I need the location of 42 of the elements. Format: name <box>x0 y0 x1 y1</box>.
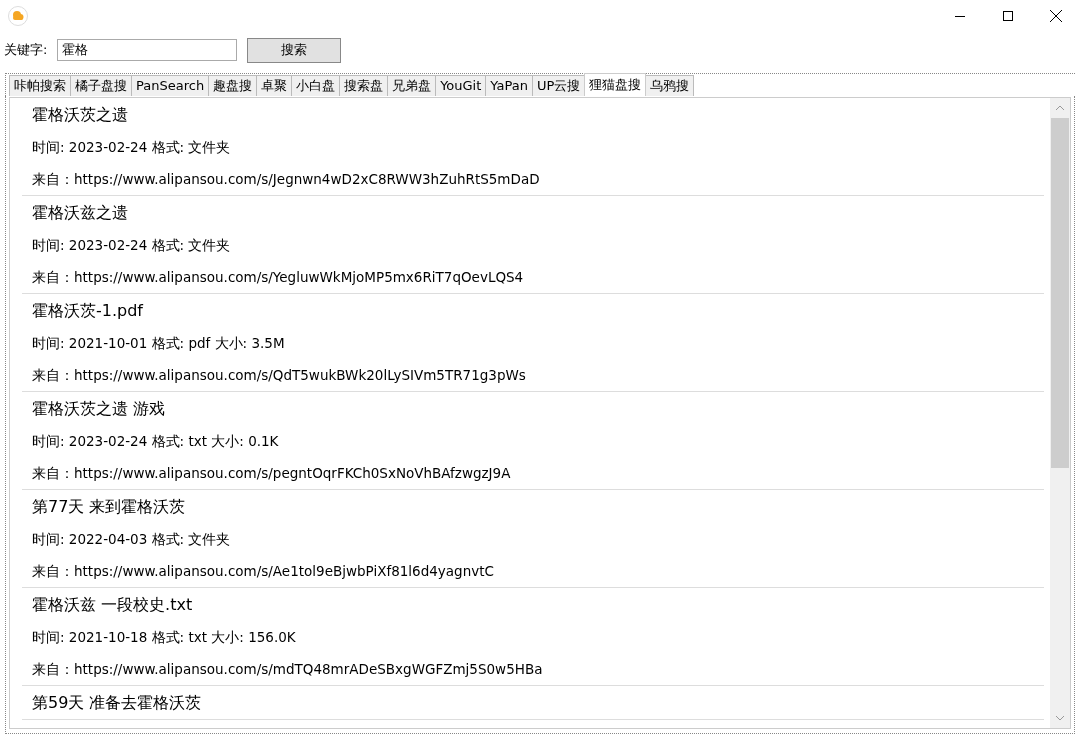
tab[interactable]: YaPan <box>485 75 533 96</box>
tab[interactable]: UP云搜 <box>531 75 586 96</box>
result-meta: 时间: 2023-02-24 格式: txt 大小: 0.1K <box>32 432 280 451</box>
result-meta: 时间: 2023-02-24 格式: 文件夹 <box>32 138 232 157</box>
tab[interactable]: 橘子盘搜 <box>70 75 132 96</box>
result-title[interactable]: 霍格沃茨-1.pdf <box>32 294 1044 327</box>
tab[interactable]: 兄弟盘 <box>387 75 437 96</box>
tab[interactable]: YouGit <box>435 75 487 96</box>
keyword-field[interactable]: 霍格 <box>57 39 238 61</box>
result-source-link[interactable]: 来自：https://www.alipansou.com/s/Jegnwn4wD2xC8RWW3hZuhRtS5mDaD <box>32 163 1044 195</box>
tab[interactable]: 咔帕搜索 <box>9 75 71 96</box>
scrollbar[interactable] <box>1050 98 1070 728</box>
tab[interactable]: 趣盘搜 <box>208 75 258 96</box>
close-icon[interactable] <box>1049 9 1063 23</box>
result-meta: 时间: 2021-10-01 格式: pdf 大小: 3.5M <box>32 334 286 353</box>
scrollbar-thumb[interactable] <box>1051 118 1069 468</box>
result-source-link[interactable]: 来自：https://www.alipansou.com/s/QdT5wukBWk20lLySIVm5TR71g3pWs <box>32 359 1044 391</box>
result-source-link[interactable]: 来自：https://www.alipansou.com/s/YegluwWkMjoMP5mx6RiT7qOevLQS4 <box>32 261 1044 293</box>
result-meta: 时间: 2023-02-24 格式: 文件夹 <box>32 236 232 255</box>
result-title[interactable]: 霍格沃茨之遗 游戏 <box>32 392 1044 425</box>
tab[interactable]: 乌鸦搜 <box>645 75 695 96</box>
keyword-label: 关键字: <box>4 41 48 59</box>
result-source-link[interactable]: 来自：https://www.alipansou.com/s/pegntOqrFKCh0SxNoVhBAfzwgzJ9A <box>32 457 1044 489</box>
result-meta: 时间: 2021-10-18 格式: txt 大小: 156.0K <box>32 628 297 647</box>
result-title[interactable]: 第59天 准备去霍格沃茨 <box>32 686 1044 719</box>
result-source-link[interactable]: 来自：https://www.alipansou.com/s/Ae1tol9eBjwbPiXf81l6d4yagnvtC <box>32 555 1044 587</box>
result-title[interactable]: 霍格沃茨之遗 <box>32 98 1044 131</box>
result-title[interactable]: 霍格沃兹之遗 <box>32 196 1044 229</box>
result-title[interactable]: 第77天 来到霍格沃茨 <box>32 490 1044 523</box>
result-source-link[interactable]: 来自：https://www.alipansou.com/s/mdTQ48mrADeSBxgWGFZmj5S0w5HBa <box>32 653 1044 685</box>
scroll-up-icon[interactable] <box>1055 105 1065 111</box>
tab[interactable]: PanSearch <box>131 75 210 96</box>
result-meta: 时间: 2022-04-03 格式: 文件夹 <box>32 530 232 549</box>
result-title[interactable]: 霍格沃兹 一段校史.txt <box>32 588 1044 621</box>
app-logo-icon <box>8 6 28 26</box>
maximize-icon[interactable] <box>1002 10 1014 22</box>
search-button[interactable]: 搜索 <box>247 37 342 63</box>
tab[interactable]: 卓聚 <box>256 75 293 96</box>
tab[interactable]: 小白盘 <box>291 75 341 96</box>
tab[interactable]: 狸猫盘搜 <box>584 73 647 96</box>
tab[interactable]: 搜索盘 <box>339 75 389 96</box>
scroll-down-icon[interactable] <box>1055 715 1065 721</box>
